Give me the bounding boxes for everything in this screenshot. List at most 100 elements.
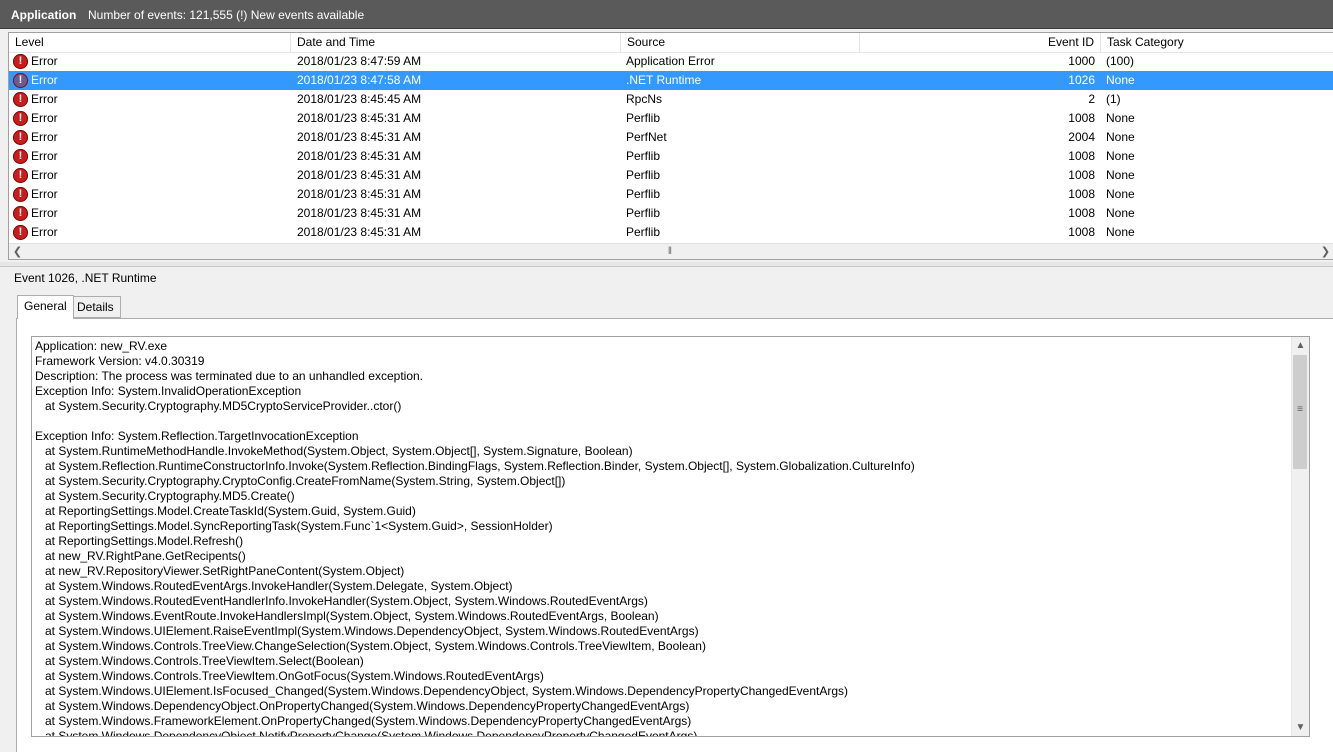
datetime-cell: 2018/01/23 8:45:31 AM (297, 187, 422, 201)
event-id-cell: 1000 (1068, 54, 1095, 68)
event-count-status[interactable]: Number of events: 121,555 (!) New events… (88, 8, 364, 22)
table-row[interactable]: Error 2018/01/23 8:45:31 AM Perflib 1008 Non… (9, 223, 1333, 242)
description-line: at System.Windows.DependencyObject.OnPro… (35, 699, 690, 713)
event-id-cell: 1008 (1068, 168, 1095, 182)
scroll-up-icon[interactable]: ▲ (1292, 337, 1309, 354)
pane-splitter[interactable] (0, 262, 1333, 267)
column-event-id[interactable]: Event ID (860, 33, 1101, 52)
scroll-left-icon[interactable]: ❮ (9, 244, 26, 259)
datetime-cell: 2018/01/23 8:47:58 AM (297, 73, 422, 87)
description-line: at System.RuntimeMethodHandle.InvokeMeth… (35, 444, 633, 458)
log-name: Application (11, 8, 77, 22)
source-cell: RpcNs (626, 92, 663, 106)
source-cell: Perflib (626, 168, 661, 182)
description-line: at System.Reflection.RuntimeConstructorI… (35, 459, 915, 473)
event-log-header: Application Number of events: 121,555 (!… (0, 0, 1333, 29)
level-cell: Error (31, 187, 58, 201)
description-line: at new_RV.RightPane.GetRecipents() (35, 549, 246, 563)
description-line: at System.Security.Cryptography.MD5Crypt… (35, 399, 402, 413)
description-line: at System.Windows.RoutedEventArgs.Invoke… (35, 579, 513, 593)
level-cell: Error (31, 111, 58, 125)
level-cell: Error (31, 73, 58, 87)
task-category-cell: None (1106, 111, 1135, 125)
error-icon (13, 187, 28, 202)
description-line: at System.Windows.RoutedEventHandlerInfo… (35, 594, 648, 608)
event-id-cell: 2004 (1068, 130, 1095, 144)
scroll-grip-icon[interactable]: ‖ (665, 247, 675, 257)
level-cell: Error (31, 206, 58, 220)
scroll-down-icon[interactable]: ▼ (1292, 719, 1309, 736)
table-row[interactable]: Error 2018/01/23 8:47:59 AM Application Er… (9, 52, 1333, 71)
event-id-cell: 1008 (1068, 225, 1095, 239)
description-line (35, 414, 1290, 429)
datetime-cell: 2018/01/23 8:45:31 AM (297, 149, 422, 163)
horizontal-scrollbar[interactable]: ❮ ‖ ❯ (9, 243, 1333, 259)
column-level[interactable]: Level (9, 33, 291, 52)
thumb-grip-icon: ≡ (1297, 404, 1303, 415)
source-cell: Perflib (626, 187, 661, 201)
event-id-cell: 1026 (1068, 73, 1095, 87)
scroll-right-icon[interactable]: ❯ (1317, 244, 1333, 259)
description-line: at System.Windows.UIElement.RaiseEventIm… (35, 624, 699, 638)
column-header: Level Date and Time Source Event ID Task… (9, 33, 1333, 53)
description-line: at System.Security.Cryptography.MD5.Crea… (35, 489, 295, 503)
table-row[interactable]: Error 2018/01/23 8:45:45 AM RpcNs 2 (1) (9, 90, 1333, 109)
error-icon (13, 54, 28, 69)
description-line: at System.Windows.UIElement.IsFocused_Ch… (35, 684, 849, 698)
table-row[interactable]: Error 2018/01/23 8:45:31 AM Perflib 1008 Non… (9, 166, 1333, 185)
source-cell: Perflib (626, 111, 661, 125)
description-line: at System.Windows.Controls.TreeViewItem.… (35, 654, 364, 668)
table-row[interactable]: Error 2018/01/23 8:45:31 AM Perflib 1008 Non… (9, 109, 1333, 128)
table-row[interactable]: Error 2018/01/23 8:45:31 AM Perflib 1008 Non… (9, 204, 1333, 223)
description-line: at ReportingSettings.Model.SyncReporting… (35, 519, 553, 533)
vertical-scrollbar[interactable]: ▲ ≡ ▼ (1291, 337, 1309, 736)
task-category-cell: (100) (1106, 54, 1135, 68)
event-list[interactable]: Level Date and Time Source Event ID Task… (8, 32, 1333, 260)
level-cell: Error (31, 92, 58, 106)
datetime-cell: 2018/01/23 8:45:31 AM (297, 168, 422, 182)
level-cell: Error (31, 54, 58, 68)
error-icon (13, 130, 28, 145)
error-icon (13, 92, 28, 107)
task-category-cell: (1) (1106, 92, 1121, 106)
table-row[interactable]: Error 2018/01/23 8:45:31 AM PerfNet 2004 Non… (9, 128, 1333, 147)
error-icon (13, 206, 28, 221)
datetime-cell: 2018/01/23 8:47:59 AM (297, 54, 422, 68)
scroll-thumb[interactable]: ≡ (1293, 355, 1307, 469)
table-row[interactable]: Error 2018/01/23 8:45:31 AM Perflib 1008 Non… (9, 147, 1333, 166)
column-source[interactable]: Source (621, 33, 860, 52)
task-category-cell: None (1106, 168, 1135, 182)
event-description-text[interactable]: Application: new_RV.exe Framework Version… (35, 339, 1290, 736)
tab-general[interactable]: General (17, 295, 74, 319)
error-icon (13, 225, 28, 240)
task-category-cell: None (1106, 149, 1135, 163)
source-cell: Perflib (626, 149, 661, 163)
task-category-cell: None (1106, 225, 1135, 239)
event-id-cell: 2 (1088, 92, 1095, 106)
description-line: Application: new_RV.exe (35, 339, 168, 353)
datetime-cell: 2018/01/23 8:45:45 AM (297, 92, 422, 106)
source-cell: Perflib (626, 225, 661, 239)
level-cell: Error (31, 149, 58, 163)
level-cell: Error (31, 130, 58, 144)
table-row[interactable]: Error 2018/01/23 8:47:58 AM .NET Runtime 10… (9, 71, 1333, 90)
level-cell: Error (31, 225, 58, 239)
tab-details[interactable]: Details (70, 296, 121, 318)
description-line: at System.Windows.Controls.TreeView.Chan… (35, 639, 706, 653)
column-date-time[interactable]: Date and Time (291, 33, 621, 52)
description-line: at System.Windows.Controls.TreeViewItem.… (35, 669, 544, 683)
datetime-cell: 2018/01/23 8:45:31 AM (297, 225, 422, 239)
event-id-cell: 1008 (1068, 149, 1095, 163)
datetime-cell: 2018/01/23 8:45:31 AM (297, 130, 422, 144)
table-row[interactable]: Error 2018/01/23 8:45:31 AM Perflib 1008 Non… (9, 185, 1333, 204)
event-detail-title: Event 1026, .NET Runtime (14, 271, 157, 285)
event-description-box[interactable]: Application: new_RV.exe Framework Version… (31, 336, 1310, 737)
description-line: Framework Version: v4.0.30319 (35, 354, 205, 368)
description-line: at new_RV.RepositoryViewer.SetRightPaneC… (35, 564, 405, 578)
description-line: at System.Windows.EventRoute.InvokeHandl… (35, 609, 659, 623)
description-line: Exception Info: System.Reflection.Target… (35, 429, 359, 443)
error-icon (13, 168, 28, 183)
column-task-category[interactable]: Task Category (1101, 33, 1333, 52)
description-line: Description: The process was terminated … (35, 369, 424, 383)
datetime-cell: 2018/01/23 8:45:31 AM (297, 111, 422, 125)
